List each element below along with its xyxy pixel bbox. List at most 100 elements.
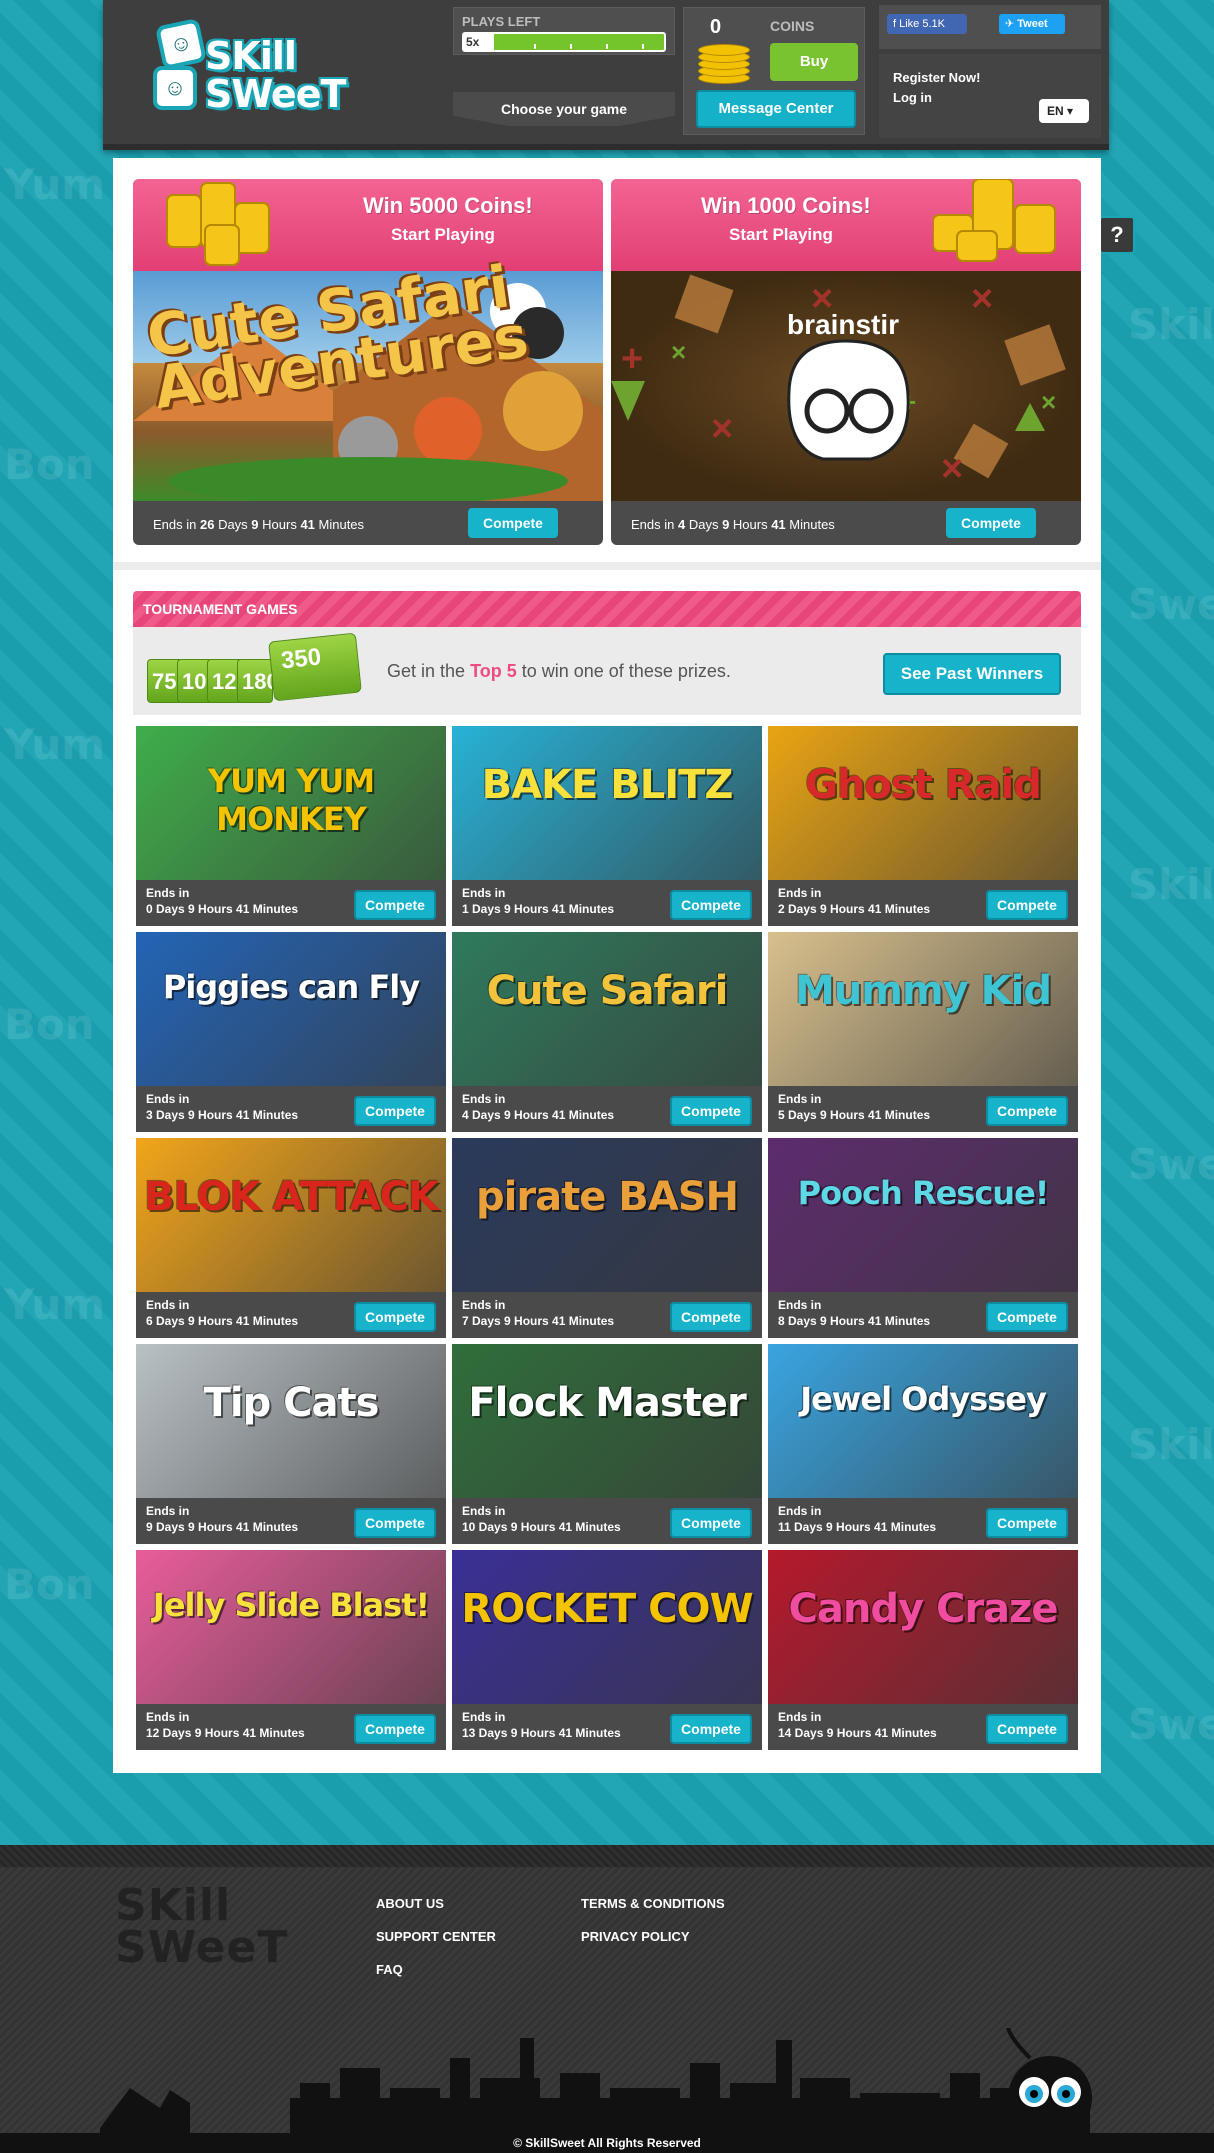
compete-button[interactable]: Compete [986, 1302, 1068, 1332]
game-tile[interactable]: Pooch Rescue! Ends in 8 Days 9 Hours 41 Mi… [768, 1138, 1078, 1338]
terms-link[interactable]: TERMS & CONDITIONS [581, 1896, 725, 1911]
game-tile[interactable]: BLOK ATTACK Ends in 6 Days 9 Hours 41 Minu… [136, 1138, 446, 1338]
game-tile[interactable]: Tip Cats Ends in 9 Days 9 Hours 41 Minutes… [136, 1344, 446, 1544]
ends-label: Ends in [778, 1298, 822, 1312]
game-tile[interactable]: YUM YUM MONKEY Ends in 0 Days 9 Hours 41 M… [136, 726, 446, 926]
compete-button[interactable]: Compete [354, 1096, 436, 1126]
ends-value: 6 Days 9 Hours 41 Minutes [146, 1314, 299, 1328]
about-us-link[interactable]: ABOUT US [376, 1896, 444, 1911]
compete-button[interactable]: Compete [354, 890, 436, 920]
svg-text:×: × [711, 408, 733, 450]
compete-button[interactable]: Compete [354, 1508, 436, 1538]
game-thumbnail[interactable]: Jewel Odyssey [768, 1344, 1078, 1498]
skill-sweet-logo[interactable]: ☺ ☺ SKill SWeeT [153, 17, 346, 120]
compete-button[interactable]: Compete [946, 508, 1036, 538]
game-tile[interactable]: Piggies can Fly Ends in 3 Days 9 Hours 41 … [136, 932, 446, 1132]
logo-cube-icon: ☺ [154, 17, 208, 71]
top-prize: 350 [268, 632, 362, 702]
game-title: Jewel Odyssey [800, 1380, 1047, 1418]
compete-button[interactable]: Compete [354, 1714, 436, 1744]
game-tile[interactable]: BAKE BLITZ Ends in 1 Days 9 Hours 41 Minut… [452, 726, 762, 926]
ends-value: 10 Days 9 Hours 41 Minutes [462, 1520, 621, 1534]
tweet-button[interactable]: ✈ Tweet [999, 14, 1065, 34]
game-thumbnail[interactable]: YUM YUM MONKEY [136, 726, 446, 880]
game-tile[interactable]: Cute Safari Ends in 4 Days 9 Hours 41 Minu… [452, 932, 762, 1132]
ends-label: Ends in [146, 1504, 190, 1518]
choose-game-dropdown[interactable]: Choose your game [453, 92, 675, 126]
privacy-policy-link[interactable]: PRIVACY POLICY [581, 1929, 690, 1944]
compete-button[interactable]: Compete [468, 508, 558, 538]
ends-label: Ends in [778, 1092, 822, 1106]
compete-button[interactable]: Compete [986, 1096, 1068, 1126]
language-select[interactable]: EN ▾ [1039, 99, 1089, 123]
game-thumbnail[interactable]: BLOK ATTACK [136, 1138, 446, 1292]
coins-label: COINS [770, 18, 815, 34]
game-thumbnail[interactable]: Flock Master [452, 1344, 762, 1498]
game-thumbnail[interactable]: Tip Cats [136, 1344, 446, 1498]
support-center-link[interactable]: SUPPORT CENTER [376, 1929, 496, 1944]
game-tile[interactable]: pirate BASH Ends in 7 Days 9 Hours 41 Minu… [452, 1138, 762, 1338]
game-thumbnail[interactable]: Pooch Rescue! [768, 1138, 1078, 1292]
login-link[interactable]: Log in [893, 90, 932, 105]
game-thumbnail[interactable]: Jelly Slide Blast! [136, 1550, 446, 1704]
game-tile[interactable]: Ghost Raid Ends in 2 Days 9 Hours 41 Minut… [768, 726, 1078, 926]
svg-text:×: × [971, 278, 993, 320]
compete-button[interactable]: Compete [670, 1508, 752, 1538]
faq-link[interactable]: FAQ [376, 1962, 403, 1977]
plays-left-label: PLAYS LEFT [462, 14, 541, 29]
featured-game-card[interactable]: Win 5000 Coins! Start Playing Cute Safar… [133, 179, 603, 545]
ends-label: Ends in [462, 1504, 506, 1518]
game-thumbnail[interactable]: Piggies can Fly [136, 932, 446, 1086]
featured-ends-text: Ends in 26 Days 9 Hours 41 Minutes [153, 517, 365, 532]
facebook-like-button[interactable]: f Like 5.1K [887, 14, 967, 34]
ends-label: Ends in [146, 1710, 190, 1724]
compete-button[interactable]: Compete [670, 1096, 752, 1126]
game-title: ROCKET COW [461, 1586, 753, 1632]
footer-logo[interactable]: SKill SWeeT [115, 1884, 305, 1975]
compete-button[interactable]: Compete [986, 1508, 1068, 1538]
game-thumbnail[interactable]: ROCKET COW [452, 1550, 762, 1704]
compete-button[interactable]: Compete [670, 890, 752, 920]
compete-button[interactable]: Compete [670, 1302, 752, 1332]
ends-label: Ends in [462, 1710, 506, 1724]
register-link[interactable]: Register Now! [893, 70, 980, 85]
compete-button[interactable]: Compete [986, 890, 1068, 920]
compete-button[interactable]: Compete [986, 1714, 1068, 1744]
game-thumbnail[interactable]: Candy Craze [768, 1550, 1078, 1704]
compete-button[interactable]: Compete [670, 1714, 752, 1744]
buy-coins-button[interactable]: Buy [770, 43, 858, 81]
ends-value: 12 Days 9 Hours 41 Minutes [146, 1726, 305, 1740]
auth-panel: Register Now! Log in EN ▾ [879, 54, 1101, 138]
see-past-winners-button[interactable]: See Past Winners [883, 653, 1061, 695]
tournament-header: TOURNAMENT GAMES [133, 591, 1081, 627]
featured-ends-text: Ends in 4 Days 9 Hours 41 Minutes [631, 517, 835, 532]
coin-stack-icon [698, 44, 750, 84]
game-thumbnail[interactable]: Cute Safari [452, 932, 762, 1086]
game-tile[interactable]: Mummy Kid Ends in 5 Days 9 Hours 41 Minute… [768, 932, 1078, 1132]
game-thumbnail[interactable]: BAKE BLITZ [452, 726, 762, 880]
ends-value: 14 Days 9 Hours 41 Minutes [778, 1726, 937, 1740]
ends-value: 0 Days 9 Hours 41 Minutes [146, 902, 299, 916]
featured-game-art: Cute Safari Adventures [133, 252, 603, 501]
plays-left-panel: PLAYS LEFT 5x [453, 7, 675, 55]
ends-value: 4 Days 9 Hours 41 Minutes [462, 1108, 615, 1122]
game-title: Jelly Slide Blast! [152, 1586, 430, 1624]
game-tile[interactable]: ROCKET COW Ends in 13 Days 9 Hours 41 Minu… [452, 1550, 762, 1750]
game-title: Candy Craze [788, 1586, 1059, 1632]
help-button[interactable]: ? [1099, 216, 1135, 254]
ends-value: 3 Days 9 Hours 41 Minutes [146, 1108, 299, 1122]
ends-value: 13 Days 9 Hours 41 Minutes [462, 1726, 621, 1740]
game-tile[interactable]: Flock Master Ends in 10 Days 9 Hours 41 Mi… [452, 1344, 762, 1544]
game-tile[interactable]: Candy Craze Ends in 14 Days 9 Hours 41 Min… [768, 1550, 1078, 1750]
game-thumbnail[interactable]: Ghost Raid [768, 726, 1078, 880]
compete-button[interactable]: Compete [354, 1302, 436, 1332]
game-thumbnail[interactable]: pirate BASH [452, 1138, 762, 1292]
coins-count: 0 [710, 16, 722, 38]
ends-label: Ends in [778, 1504, 822, 1518]
featured-game-card[interactable]: Win 1000 Coins! Start Playing ×+××× ×+× … [611, 179, 1081, 545]
message-center-button[interactable]: Message Center [696, 90, 856, 128]
game-tile[interactable]: Jelly Slide Blast! Ends in 12 Days 9 Hours… [136, 1550, 446, 1750]
game-tile[interactable]: Jewel Odyssey Ends in 11 Days 9 Hours 41 M… [768, 1344, 1078, 1544]
featured-game-title: brainstir [787, 309, 900, 340]
game-thumbnail[interactable]: Mummy Kid [768, 932, 1078, 1086]
